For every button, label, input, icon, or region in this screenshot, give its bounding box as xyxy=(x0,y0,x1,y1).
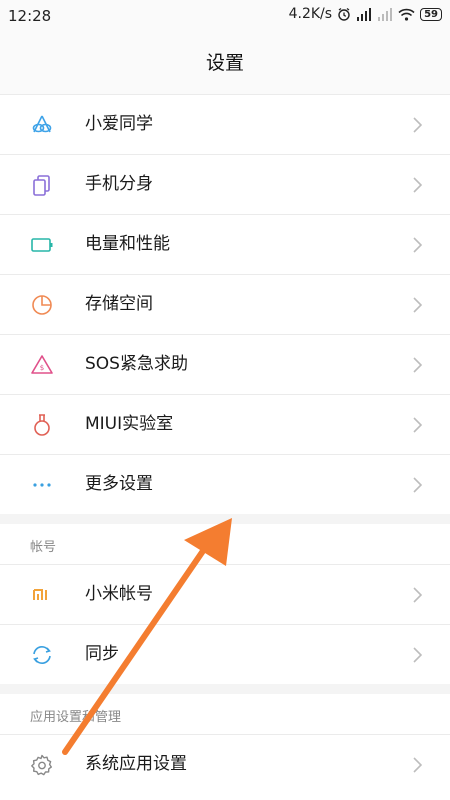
settings-item-label: MIUI实验室 xyxy=(85,414,174,434)
battery-indicator: 59 xyxy=(420,7,442,21)
flask-icon xyxy=(34,414,50,436)
settings-item-label: 电量和性能 xyxy=(85,234,170,254)
wifi-icon xyxy=(398,8,415,21)
section-title: 帐号 xyxy=(30,540,57,555)
settings-item-label: 手机分身 xyxy=(85,174,153,194)
signal-icon-2 xyxy=(378,7,393,21)
chevron-right-icon xyxy=(413,357,422,373)
chevron-right-icon xyxy=(413,757,422,773)
chevron-right-icon xyxy=(413,297,422,313)
chevron-right-icon xyxy=(413,647,422,663)
section-divider xyxy=(0,514,450,524)
settings-item-label: 小米帐号 xyxy=(85,584,153,604)
settings-item-xiaoai[interactable]: 小爱同学 xyxy=(0,94,450,154)
settings-list: 小爱同学 手机分身 电量和性能 存储空间 $ SOS紧急求助 MIUI实验室 更… xyxy=(0,94,450,794)
settings-item-sos[interactable]: $ SOS紧急求助 xyxy=(0,334,450,394)
chevron-right-icon xyxy=(413,587,422,603)
settings-item-label: 小爱同学 xyxy=(85,114,153,134)
storage-pie-icon xyxy=(32,295,52,315)
chevron-right-icon xyxy=(413,177,422,193)
status-bar: 12:28 4.2K/s 59 xyxy=(0,0,450,32)
settings-item-label: SOS紧急求助 xyxy=(85,354,188,374)
section-divider xyxy=(0,684,450,694)
settings-item-storage[interactable]: 存储空间 xyxy=(0,274,450,334)
xiaoai-icon xyxy=(32,115,52,133)
status-right: 4.2K/s 59 xyxy=(289,6,442,22)
more-dots-icon xyxy=(33,483,51,487)
settings-item-mi-account[interactable]: 小米帐号 xyxy=(0,564,450,624)
chevron-right-icon xyxy=(413,417,422,433)
settings-item-dual-phone[interactable]: 手机分身 xyxy=(0,154,450,214)
signal-icon xyxy=(357,7,372,21)
settings-item-label: 存储空间 xyxy=(85,294,153,314)
section-title: 应用设置和管理 xyxy=(30,710,122,725)
settings-item-label: 更多设置 xyxy=(85,474,153,494)
svg-text:$: $ xyxy=(40,364,44,372)
settings-item-label: 同步 xyxy=(85,644,119,664)
section-header-account: 帐号 xyxy=(0,524,450,564)
settings-item-sync[interactable]: 同步 xyxy=(0,624,450,684)
alarm-icon xyxy=(338,7,350,21)
chevron-right-icon xyxy=(413,477,422,493)
page-header: 设置 xyxy=(0,32,450,94)
settings-item-battery[interactable]: 电量和性能 xyxy=(0,214,450,274)
chevron-right-icon xyxy=(413,117,422,133)
gear-icon xyxy=(31,754,52,776)
sync-icon xyxy=(33,646,51,664)
chevron-right-icon xyxy=(413,237,422,253)
settings-item-system-apps[interactable]: 系统应用设置 xyxy=(0,734,450,794)
page-title: 设置 xyxy=(205,52,244,74)
dual-phone-icon xyxy=(33,175,50,196)
battery-icon xyxy=(31,238,53,252)
sos-icon: $ xyxy=(31,355,53,374)
network-speed: 4.2K/s xyxy=(288,6,333,22)
section-header-apps: 应用设置和管理 xyxy=(0,694,450,734)
settings-item-more[interactable]: 更多设置 xyxy=(0,454,450,514)
settings-item-miui-lab[interactable]: MIUI实验室 xyxy=(0,394,450,454)
settings-item-label: 系统应用设置 xyxy=(85,754,187,774)
status-time: 12:28 xyxy=(8,7,52,25)
mi-logo-icon xyxy=(33,589,47,600)
